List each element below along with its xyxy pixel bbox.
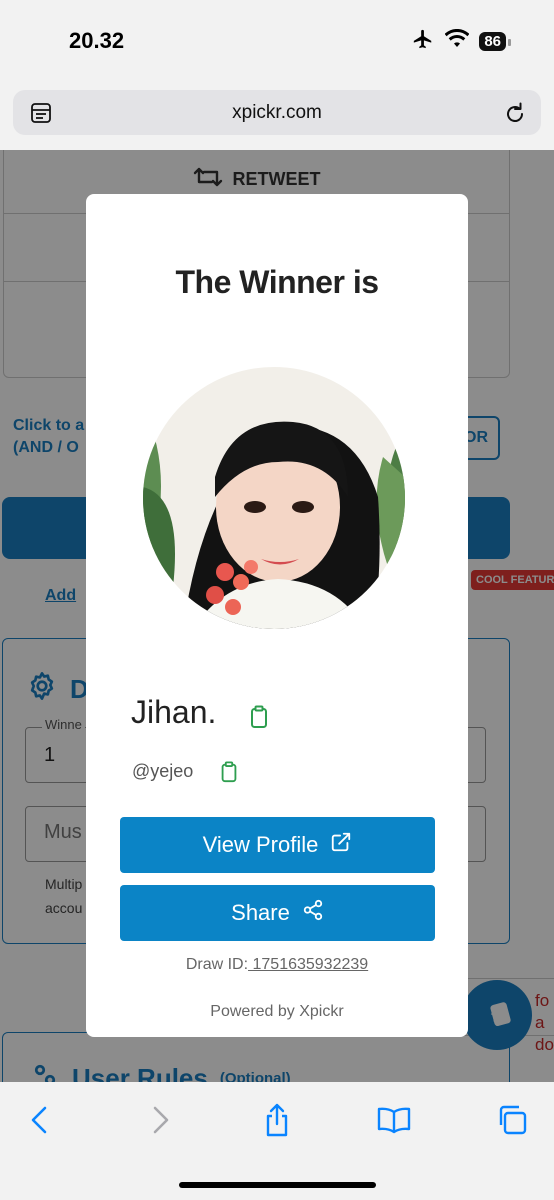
winner-name: Jihan.	[131, 694, 217, 730]
winner-handle: @yejeo	[132, 761, 194, 781]
forward-icon[interactable]	[140, 1100, 180, 1140]
share-button[interactable]: Share	[120, 885, 435, 941]
view-profile-label: View Profile	[202, 832, 319, 857]
reader-icon[interactable]	[29, 101, 53, 130]
battery-icon: 86	[479, 32, 511, 51]
share-label: Share	[231, 900, 290, 925]
external-link-icon	[330, 831, 352, 859]
home-indicator	[179, 1182, 376, 1188]
copy-icon[interactable]	[218, 760, 240, 789]
address-bar[interactable]: xpickr.com	[13, 90, 541, 135]
draw-id-label: Draw ID:	[185, 956, 249, 973]
copy-icon[interactable]	[247, 704, 271, 735]
draw-id: Draw ID: 1751635932239	[86, 956, 468, 974]
view-profile-button[interactable]: View Profile	[120, 817, 435, 873]
page-content: RETWEET Click to a (AND / O OR Add COOL …	[0, 150, 554, 1082]
modal-title: The Winner is	[175, 264, 379, 300]
status-time: 20.32	[69, 28, 125, 53]
status-icons: 86	[411, 28, 511, 55]
reload-icon[interactable]	[503, 100, 527, 131]
status-bar: 20.32 86	[0, 0, 554, 80]
winner-avatar	[143, 367, 405, 629]
bookmarks-icon[interactable]	[374, 1100, 414, 1140]
back-icon[interactable]	[20, 1100, 60, 1140]
browser-address-area: xpickr.com	[0, 80, 554, 150]
share-icon	[302, 899, 324, 927]
url-text: xpickr.com	[232, 101, 322, 123]
browser-toolbar	[0, 1082, 554, 1200]
airplane-icon	[411, 28, 435, 55]
wifi-icon	[444, 28, 470, 54]
draw-id-value[interactable]: 1751635932239	[248, 956, 368, 973]
share-sheet-icon[interactable]	[257, 1100, 297, 1140]
winner-modal: The Winner is Jihan. @yejeo View Profile…	[86, 194, 468, 1037]
tabs-icon[interactable]	[492, 1100, 532, 1140]
powered-by: Powered by Xpickr	[210, 1003, 344, 1020]
